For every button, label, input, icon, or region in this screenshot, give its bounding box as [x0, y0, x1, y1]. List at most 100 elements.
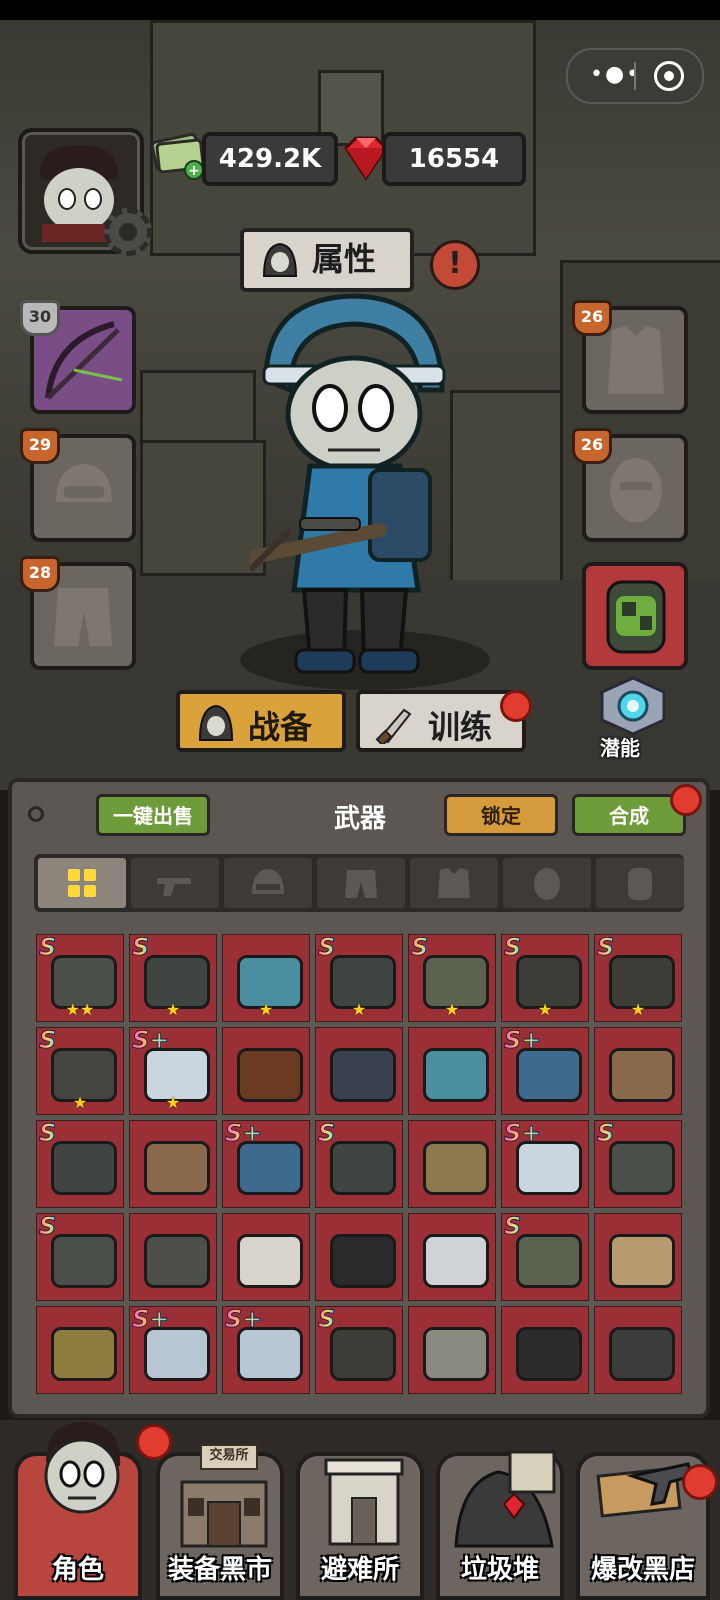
inventory-cell[interactable]: S+ ★	[129, 1026, 217, 1115]
inventory-cell[interactable]	[594, 1213, 682, 1301]
helmet-icon	[423, 1141, 489, 1195]
inventory-cell[interactable]	[594, 1306, 682, 1394]
inventory-cell[interactable]: S ★	[408, 933, 496, 1022]
boots-icon	[423, 1234, 489, 1288]
equip-slot-backpack[interactable]	[582, 562, 688, 670]
hood-icon	[262, 242, 298, 277]
rifle-icon	[237, 1048, 303, 1102]
filter-tab-all[interactable]	[38, 858, 126, 908]
inventory-cell[interactable]: S ★	[315, 933, 403, 1022]
tab-gear-label: 战备	[248, 708, 313, 746]
rank-badge: S	[38, 933, 57, 962]
inventory-cell[interactable]	[315, 1027, 403, 1115]
inventory-cell[interactable]: S ★	[594, 933, 682, 1022]
inventory-cell[interactable]	[222, 1213, 310, 1301]
alert-icon[interactable]: !	[430, 240, 480, 290]
inventory-cell[interactable]: S+	[222, 1305, 310, 1394]
inventory-cell[interactable]: S ★	[129, 933, 217, 1022]
star-rating: ★	[165, 1000, 181, 1019]
hood-icon	[198, 704, 234, 741]
slot-level-badge: 30	[20, 300, 60, 336]
mask-icon	[534, 868, 560, 900]
star-rating: ★	[444, 1000, 460, 1019]
rank-badge: S	[317, 1305, 336, 1334]
helmet-icon	[516, 1141, 582, 1195]
gem-amount: 16554	[382, 132, 526, 186]
inventory-cell[interactable]	[408, 1306, 496, 1394]
mask-icon	[423, 1327, 489, 1381]
sell-all-button[interactable]: 一键出售	[96, 794, 210, 836]
inventory-cell[interactable]	[408, 1120, 496, 1208]
all-icon	[68, 869, 96, 897]
rifle-icon	[516, 1048, 582, 1102]
inventory-cell[interactable]: S	[36, 1119, 124, 1208]
notification-dot	[682, 1464, 718, 1500]
inventory-cell[interactable]: S+	[501, 1026, 589, 1115]
nav-label: 避难所	[320, 1555, 399, 1585]
inventory-cell[interactable]	[594, 1027, 682, 1115]
filter-tab-mask[interactable]	[503, 858, 591, 908]
inventory-cell[interactable]	[36, 1306, 124, 1394]
potential-button[interactable]: 潜能	[594, 676, 672, 760]
combine-button[interactable]: 合成	[572, 794, 686, 836]
rank-badge: S+	[131, 1305, 170, 1334]
helmet-icon	[252, 869, 284, 894]
inventory-cell[interactable]: S ★★	[36, 933, 124, 1022]
slot-level-badge: 28	[20, 556, 60, 592]
shelter-icon	[324, 1458, 404, 1546]
rank-badge: S	[596, 933, 615, 962]
rank-badge: S	[503, 1212, 522, 1241]
rifle-icon	[609, 1048, 675, 1102]
inventory-cell[interactable]	[129, 1213, 217, 1301]
inventory-cell[interactable]	[222, 1027, 310, 1115]
inventory-cell[interactable]: S ★	[501, 933, 589, 1022]
inventory-cell[interactable]	[129, 1120, 217, 1208]
inventory-cell[interactable]: S	[594, 1119, 682, 1208]
nav-junk-pile[interactable]: 垃圾堆	[436, 1450, 564, 1600]
inventory-cell[interactable]: S	[315, 1305, 403, 1394]
rifle-icon	[330, 1048, 396, 1102]
attributes-tab[interactable]: 属性	[240, 228, 414, 292]
nav-black-market[interactable]: 装备黑市	[156, 1452, 284, 1600]
cash-icon: +	[150, 132, 205, 180]
minigun-icon	[330, 1141, 396, 1195]
filter-tab-backpack[interactable]	[596, 858, 684, 908]
inventory-cell[interactable]: S+	[222, 1119, 310, 1208]
screw-icon	[28, 806, 44, 822]
armor-icon	[330, 1327, 396, 1381]
inventory-cell[interactable]: ★	[222, 934, 310, 1022]
inventory-cell[interactable]: S	[501, 1212, 589, 1301]
mini-program-capsule[interactable]: •●•	[566, 48, 704, 104]
notification-dot	[670, 784, 702, 816]
inventory-cell[interactable]	[315, 1213, 403, 1301]
inventory-cell[interactable]: S+	[129, 1305, 217, 1394]
rank-badge: S+	[224, 1305, 263, 1334]
close-circle-icon[interactable]	[654, 61, 684, 91]
inventory-cell[interactable]: S	[36, 1212, 124, 1301]
lock-button[interactable]: 锁定	[444, 794, 558, 836]
attributes-tab-label: 属性	[312, 240, 377, 278]
pants-icon	[345, 870, 377, 898]
filter-tab-pants[interactable]	[317, 858, 405, 908]
inventory-cell[interactable]	[408, 1213, 496, 1301]
nav-shelter[interactable]: 避难所	[296, 1452, 424, 1600]
backpack-icon	[628, 868, 652, 900]
settings-gear-icon[interactable]	[104, 208, 152, 256]
rank-badge: S	[38, 1212, 57, 1241]
gasmask-icon	[144, 1234, 210, 1288]
filter-tab-gun[interactable]	[131, 858, 219, 908]
star-rating: ★	[72, 1093, 88, 1112]
inventory-cell[interactable]: S ★	[36, 1026, 124, 1115]
vest-icon	[438, 868, 470, 898]
inventory-cell[interactable]: S+	[501, 1119, 589, 1208]
inventory-cell[interactable]	[408, 1027, 496, 1115]
star-rating: ★	[258, 1000, 274, 1019]
inventory-cell[interactable]	[501, 1306, 589, 1394]
filter-tab-helmet[interactable]	[224, 858, 312, 908]
backpack-icon	[606, 580, 666, 654]
tab-gear[interactable]: 战备	[176, 690, 346, 752]
nav-character[interactable]: 角色	[14, 1422, 142, 1600]
filter-tab-vest[interactable]	[410, 858, 498, 908]
notification-dot	[500, 690, 532, 722]
inventory-cell[interactable]: S	[315, 1119, 403, 1208]
